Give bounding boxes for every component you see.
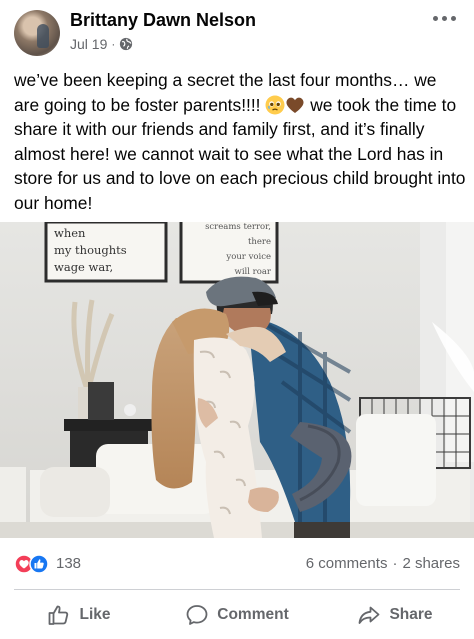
like-label: Like — [79, 606, 111, 623]
photo-image: when my thoughts wage war, screams terro… — [0, 222, 474, 538]
meta-separator: · — [111, 37, 116, 51]
post-photo[interactable]: when my thoughts wage war, screams terro… — [0, 222, 474, 538]
post-header: Brittany Dawn Nelson Jul 19 · — [0, 0, 474, 62]
like-reaction-icon — [29, 554, 49, 574]
post-caption: we’ve been keeping a secret the last fou… — [14, 68, 466, 215]
reactions-bar: 138 6 comments · 2 shares — [0, 545, 474, 581]
action-bar: Like Comment Share — [0, 594, 474, 636]
brown-heart-emoji — [286, 97, 304, 113]
engagement-counts: 6 comments · 2 shares — [306, 555, 460, 572]
reaction-count[interactable]: 138 — [56, 555, 81, 572]
globe-icon — [120, 37, 133, 51]
sign-left-line1: when — [54, 226, 86, 240]
sign-right-line2: there — [248, 237, 271, 247]
sign-right-line4: will roar — [235, 267, 272, 277]
comment-button[interactable]: Comment — [158, 594, 316, 636]
sign-left-line2: my thoughts — [54, 243, 127, 257]
counts-separator: · — [392, 555, 398, 572]
shares-count[interactable]: 2 shares — [402, 555, 460, 572]
thumbs-up-icon — [49, 605, 69, 625]
comment-icon — [186, 605, 208, 625]
comments-count[interactable]: 6 comments — [306, 555, 388, 572]
sign-right-line1: screams terror, — [205, 222, 271, 232]
share-icon — [359, 606, 380, 624]
pleading-face-emoji — [265, 95, 285, 114]
divider — [14, 589, 460, 590]
reaction-icons[interactable] — [14, 554, 50, 574]
more-dots-icon[interactable] — [430, 10, 458, 26]
post-meta: Jul 19 · — [70, 36, 133, 52]
comment-label: Comment — [217, 606, 289, 623]
post-date[interactable]: Jul 19 — [70, 36, 107, 52]
author-name[interactable]: Brittany Dawn Nelson — [70, 10, 256, 31]
sign-left-line3: wage war, — [54, 260, 113, 274]
share-button[interactable]: Share — [316, 594, 474, 636]
avatar[interactable] — [14, 10, 60, 56]
share-label: Share — [389, 606, 433, 623]
sign-right-line3: your voice — [225, 252, 271, 262]
like-button[interactable]: Like — [0, 594, 158, 636]
